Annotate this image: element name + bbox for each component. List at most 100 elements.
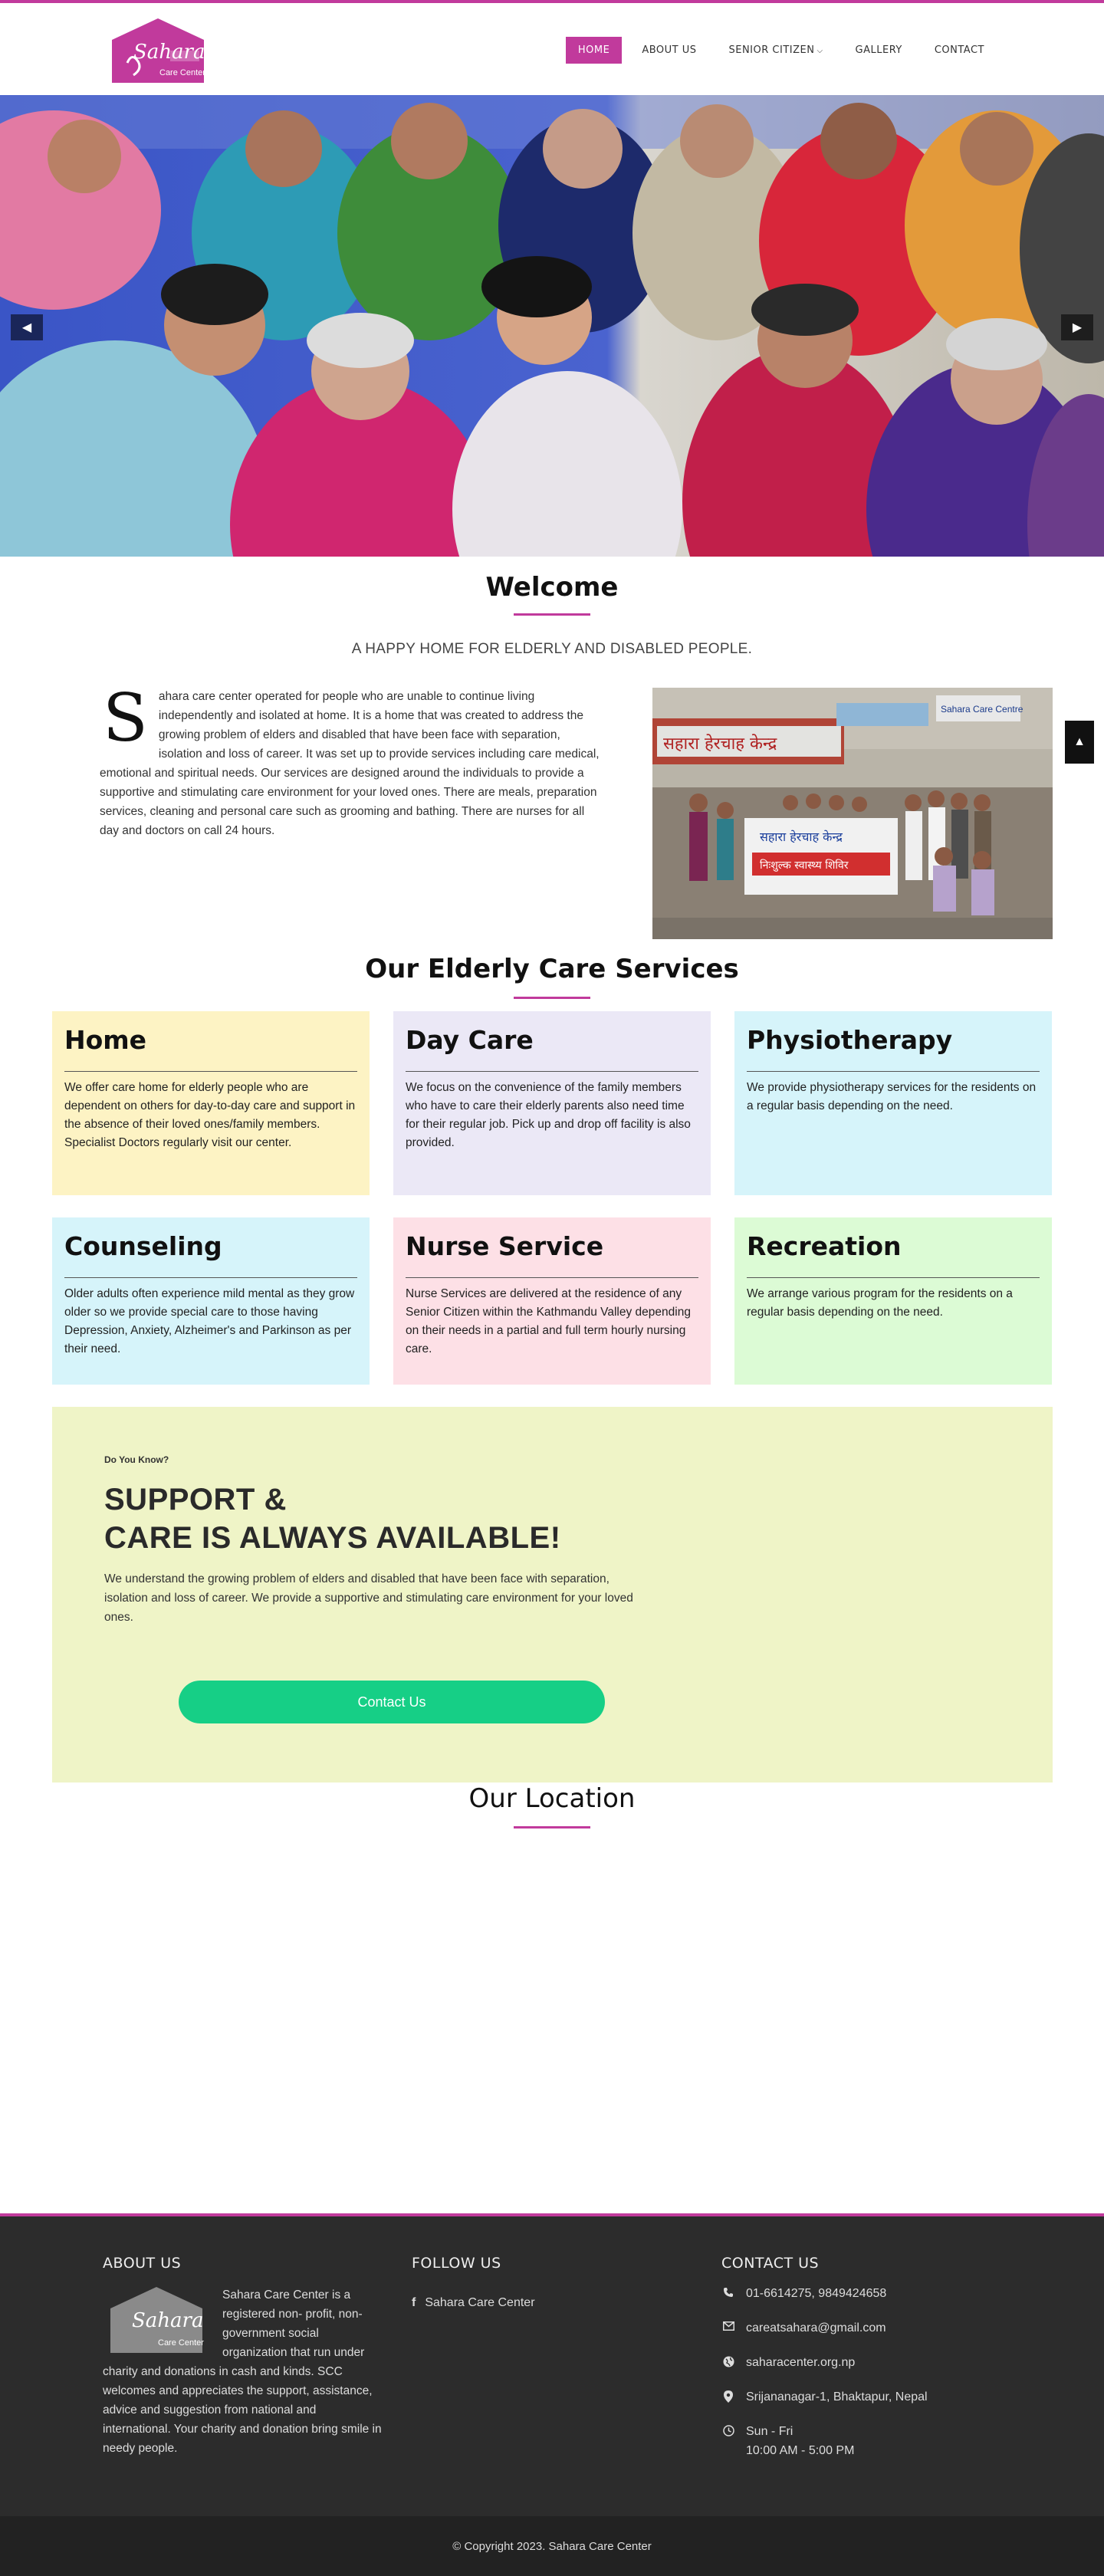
wall-sign-text: सहारा हेरचाह केन्द्र [663,734,777,754]
nav-senior-label: SENIOR CITIZEN [728,44,815,56]
footer-logo: Sahara Care Center [110,2287,204,2353]
facebook-icon: f [412,2296,416,2309]
service-card-divider [406,1071,698,1072]
footer-email-text: careatsahara@gmail.com [746,2321,886,2334]
location-title: Our Location [468,1783,636,1814]
support-heading-line-1: SUPPORT & [104,1483,287,1516]
service-card-recreation: Recreation We arrange various program fo… [734,1217,1052,1385]
nav-senior-citizen[interactable]: SENIOR CITIZEN ⌵ [716,37,835,64]
service-card-divider [64,1071,357,1072]
footer-facebook-label: Sahara Care Center [425,2296,535,2309]
welcome-title: Welcome [485,572,619,603]
phone-icon [721,2284,735,2298]
service-card-day-care: Day Care We focus on the convenience of … [393,1011,711,1195]
contact-us-button[interactable]: Contact Us [179,1681,605,1723]
copyright-bar: © Copyright 2023. Sahara Care Center [0,2516,1104,2576]
footer-hours: Sun - Fri 10:00 AM - 5:00 PM [721,2422,1043,2460]
service-card-divider [406,1277,698,1278]
footer-email[interactable]: careatsahara@gmail.com [721,2318,1043,2338]
service-card-divider [747,1071,1040,1072]
footer-follow-title: FOLLOW US [412,2255,501,2272]
service-card-title: Physiotherapy [747,1025,953,1055]
welcome-description: Sahara care center operated for people w… [100,680,606,840]
nav-contact[interactable]: CONTACT [922,37,997,64]
nav-home[interactable]: HOME [565,37,623,64]
nav-about-us[interactable]: ABOUT US [629,37,708,64]
clock-icon [721,2422,735,2436]
support-section: Do You Know? SUPPORT & CARE IS ALWAYS AVA… [52,1407,1053,1783]
copyright-text: © Copyright 2023. Sahara Care Center [452,2539,652,2553]
footer-contact-list: 01-6614275, 9849424658 careatsahara@gmai… [721,2284,1043,2476]
site-header: Sahara Care Center HOME ABOUT US SENIOR … [0,3,1104,95]
footer-about: Sahara Care Center Sahara Care Center is… [103,2285,383,2458]
chevron-down-icon: ⌵ [816,47,823,55]
banner-camp-text: निःशुल्क स्वास्थ्य शिविर [760,859,849,872]
service-card-text: We offer care home for elderly people wh… [64,1081,356,1149]
footer-contact-title: CONTACT US [721,2255,820,2272]
scroll-to-top-button[interactable]: ▲ [1065,721,1094,764]
footer-about-title: ABOUT US [103,2255,182,2272]
service-card-title: Day Care [406,1025,534,1055]
nav-contact-label: CONTACT [934,44,984,56]
logo-subtitle: Care Center [159,68,205,77]
service-card-divider [747,1277,1040,1278]
service-card-text: We provide physiotherapy services for th… [747,1081,1037,1112]
envelope-icon [721,2318,735,2331]
services-title: Our Elderly Care Services [365,954,739,984]
globe-icon [721,2353,735,2367]
service-card-text: Nurse Services are delivered at the resi… [406,1287,691,1355]
nav-about-label: ABOUT US [642,44,697,56]
services-title-underline [514,997,590,999]
footer-facebook-link[interactable]: f Sahara Care Center [412,2296,535,2310]
support-kicker: Do You Know? [104,1454,169,1465]
chevron-up-icon: ▲ [1073,735,1086,748]
nav-gallery[interactable]: GALLERY [843,37,915,64]
slider-prev-button[interactable]: ◀ [11,314,43,340]
location-title-underline [514,1826,590,1829]
service-card-title: Recreation [747,1231,902,1261]
service-card-counseling: Counseling Older adults often experience… [52,1217,370,1385]
slider-next-button[interactable]: ▶ [1061,314,1093,340]
chevron-right-icon: ▶ [1072,321,1083,334]
welcome-title-underline [514,613,590,616]
service-card-text: Older adults often experience mild menta… [64,1287,355,1355]
welcome-dropcap: S [103,680,148,757]
service-card-text: We focus on the convenience of the famil… [406,1081,691,1149]
service-card-home: Home We offer care home for elderly peop… [52,1011,370,1195]
service-card-text: We arrange various program for the resid… [747,1287,1013,1319]
logo-word: Sahara [133,41,205,64]
site-footer: ABOUT US Sahara Care Center Sahara Care … [0,2213,1104,2519]
footer-website[interactable]: saharacenter.org.np [721,2353,1043,2372]
map-pin-icon [721,2387,735,2403]
footer-address-text: Srijananagar-1, Bhaktapur, Nepal [746,2390,928,2404]
service-card-title: Nurse Service [406,1231,604,1261]
support-heading-line-2: CARE IS ALWAYS AVAILABLE! [104,1521,561,1555]
support-text: We understand the growing problem of eld… [104,1572,633,1624]
service-card-physiotherapy: Physiotherapy We provide physiotherapy s… [734,1011,1052,1195]
service-card-nurse-service: Nurse Service Nurse Services are deliver… [393,1217,711,1385]
center-sign-text: Sahara Care Centre [941,704,1024,715]
nav-home-label: HOME [577,44,610,56]
chevron-left-icon: ◀ [21,321,32,334]
location-map-area[interactable] [0,1840,1104,2208]
footer-website-text: saharacenter.org.np [746,2356,856,2369]
footer-hours-time: 10:00 AM - 5:00 PM [746,2444,855,2457]
welcome-body: ahara care center operated for people wh… [100,690,600,837]
service-card-title: Counseling [64,1231,222,1261]
hero-slider: ◀ ▶ [0,95,1104,557]
footer-hours-days: Sun - Fri [746,2425,794,2438]
footer-hours-text: Sun - Fri 10:00 AM - 5:00 PM [746,2422,854,2460]
support-heading: SUPPORT & CARE IS ALWAYS AVAILABLE! [104,1480,561,1557]
nav-gallery-label: GALLERY [855,44,902,56]
footer-phone[interactable]: 01-6614275, 9849424658 [721,2284,1043,2303]
main-navigation: HOME ABOUT US SENIOR CITIZEN ⌵ GALLERY CO… [565,37,997,64]
footer-address: Srijananagar-1, Bhaktapur, Nepal [721,2387,1043,2407]
service-card-title: Home [64,1025,147,1055]
footer-logo-subtitle: Care Center [158,2338,204,2348]
site-logo[interactable]: Sahara Care Center [104,17,212,86]
service-card-divider [64,1277,357,1278]
hero-group-photo [0,95,1104,557]
footer-phone-text: 01-6614275, 9849424658 [746,2287,887,2300]
welcome-group-photo: सहारा हेरचाह केन्द्र Sahara Care Centre … [652,688,1053,939]
welcome-tagline: A HAPPY HOME FOR ELDERLY AND DISABLED PE… [351,641,753,657]
